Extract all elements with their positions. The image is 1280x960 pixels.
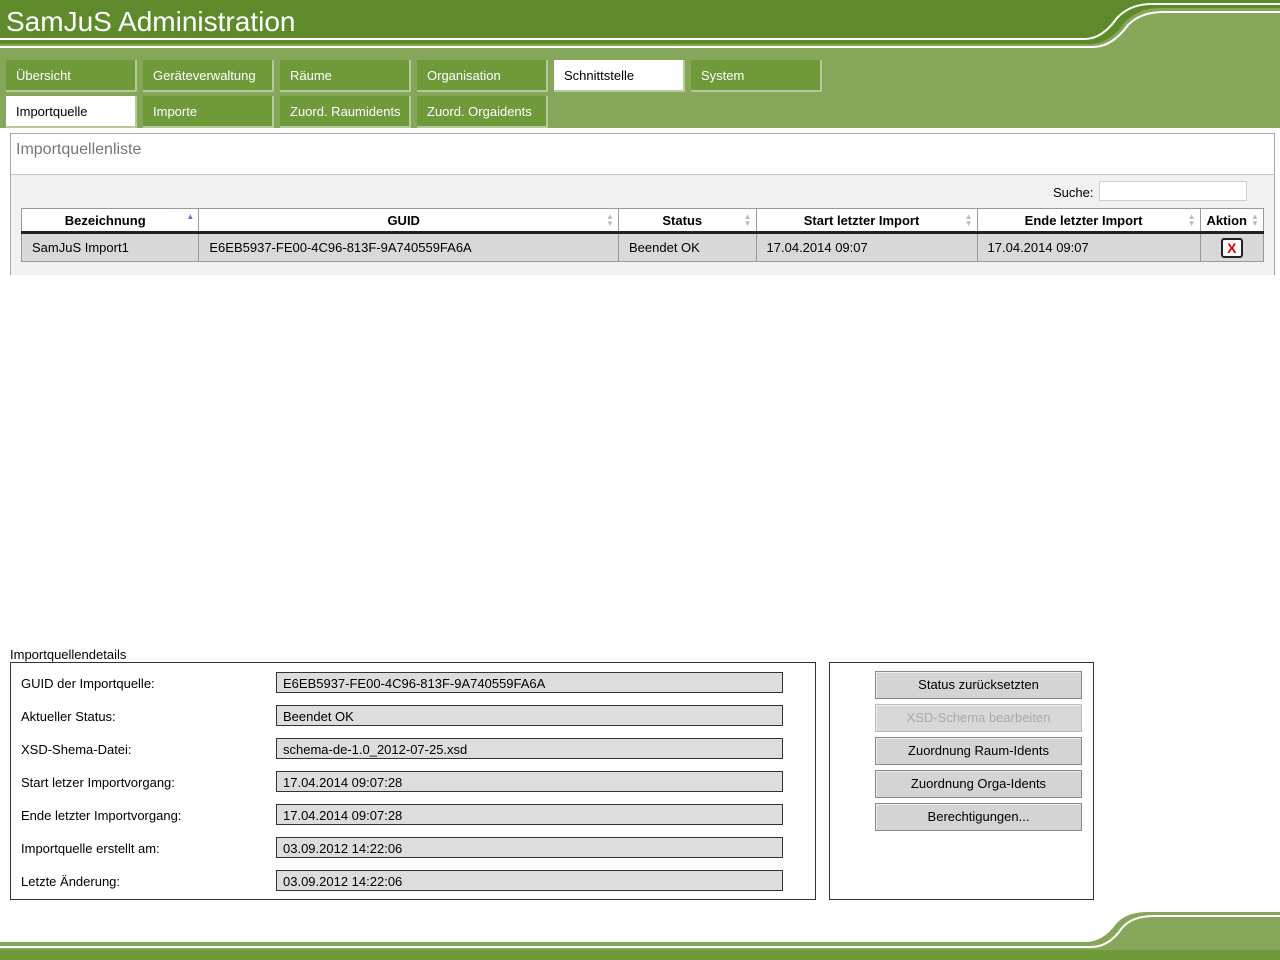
column-header-bezeichnung[interactable]: Bezeichnung ▲ — [20, 208, 200, 234]
tab-schnittstelle[interactable]: Schnittstelle — [554, 60, 685, 92]
cell-start: 17.04.2014 09:07 — [755, 232, 978, 262]
app-title: SamJuS Administration — [6, 6, 296, 37]
detail-row-guid: GUID der Importquelle: E6EB5937-FE00-4C9… — [11, 672, 811, 694]
delete-icon[interactable]: X — [1220, 237, 1243, 258]
subtab-zuord-raumidents[interactable]: Zuord. Raumidents — [280, 96, 411, 128]
detail-value-start: 17.04.2014 09:07:28 — [276, 771, 783, 792]
permissions-button[interactable]: Berechtigungen... — [875, 803, 1082, 831]
edit-xsd-schema-button: XSD-Schema bearbeiten — [875, 704, 1082, 732]
reset-status-button[interactable]: Status zurücksetzten — [875, 671, 1082, 699]
column-header-label: Bezeichnung — [64, 212, 146, 228]
cell-status: Beendet OK — [618, 232, 757, 262]
tab-system[interactable]: System — [691, 60, 822, 92]
actions-panel: Status zurücksetzten XSD-Schema bearbeit… — [829, 662, 1094, 900]
list-body: Suche: Bezeichnung ▲ GUID ▲▼ Status ▲▼ — [11, 174, 1274, 275]
column-header-label: Ende letzter Import — [1024, 212, 1143, 228]
tab-geraeteverwaltung[interactable]: Geräteverwaltung — [143, 60, 274, 92]
room-idents-mapping-button[interactable]: Zuordnung Raum-Idents — [875, 737, 1082, 765]
detail-value-end: 17.04.2014 09:07:28 — [276, 804, 783, 825]
cell-aktion: X — [1199, 232, 1265, 262]
detail-value-created: 03.09.2012 14:22:06 — [276, 837, 783, 858]
list-title: Importquellenliste — [16, 141, 142, 158]
column-header-guid[interactable]: GUID ▲ ▼ — [198, 208, 619, 234]
cell-guid: E6EB5937-FE00-4C96-813F-9A740559FA6A — [198, 232, 619, 262]
detail-label: Start letzer Importvorgang: — [21, 775, 175, 790]
column-header-start[interactable]: Start letzter Import ▲ ▼ — [755, 208, 978, 234]
search-label: Suche: — [1053, 185, 1094, 200]
table-header-row: Bezeichnung ▲ GUID ▲ ▼ Status ▲ ▼ Start le… — [20, 208, 1265, 234]
detail-value-guid: E6EB5937-FE00-4C96-813F-9A740559FA6A — [276, 672, 783, 693]
table-row[interactable]: SamJuS Import1 E6EB5937-FE00-4C96-813F-9… — [20, 232, 1265, 262]
column-header-aktion[interactable]: Aktion ▲ ▼ — [1199, 208, 1265, 234]
detail-row-status: Aktueller Status: Beendet OK — [11, 705, 811, 727]
detail-label: Aktueller Status: — [21, 709, 116, 724]
detail-row-xsd: XSD-Shema-Datei: schema-de-1.0_2012-07-2… — [11, 738, 811, 760]
orga-idents-mapping-button[interactable]: Zuordnung Orga-Idents — [875, 770, 1082, 798]
column-header-status[interactable]: Status ▲ ▼ — [618, 208, 757, 234]
column-header-label: Aktion — [1206, 212, 1247, 228]
detail-label: Ende letzter Importvorgang: — [21, 808, 182, 823]
subtab-zuord-orgaidents[interactable]: Zuord. Orgaidents — [417, 96, 548, 128]
details-legend: Importquellendetails — [10, 647, 127, 662]
column-header-label: Status — [662, 212, 703, 228]
footer-banner — [0, 908, 1280, 960]
cell-bezeichnung: SamJuS Import1 — [20, 232, 200, 262]
import-source-list-panel: Importquellenliste Suche: Bezeichnung ▲ … — [10, 133, 1275, 275]
search-input[interactable] — [1099, 181, 1247, 201]
tab-uebersicht[interactable]: Übersicht — [6, 60, 137, 92]
import-source-table: Bezeichnung ▲ GUID ▲ ▼ Status ▲ ▼ Start le… — [20, 208, 1265, 262]
detail-row-start: Start letzer Importvorgang: 17.04.2014 0… — [11, 771, 811, 793]
sort-icon: ▲ ▼ — [1251, 212, 1259, 228]
detail-row-modified: Letzte Änderung: 03.09.2012 14:22:06 — [11, 870, 811, 892]
detail-value-xsd: schema-de-1.0_2012-07-25.xsd — [276, 738, 783, 759]
column-header-label: Start letzter Import — [803, 212, 920, 228]
detail-label: GUID der Importquelle: — [21, 676, 155, 691]
subtab-importe[interactable]: Importe — [143, 96, 274, 128]
detail-label: XSD-Shema-Datei: — [21, 742, 132, 757]
sort-ascending-icon: ▲ — [186, 212, 195, 221]
sort-icon: ▲ ▼ — [1187, 212, 1196, 228]
sort-icon: ▲ ▼ — [964, 212, 973, 228]
detail-value-modified: 03.09.2012 14:22:06 — [276, 870, 783, 891]
tab-raeume[interactable]: Räume — [280, 60, 411, 92]
sort-icon: ▲ ▼ — [743, 212, 752, 228]
column-header-label: GUID — [387, 212, 420, 228]
detail-label: Letzte Änderung: — [21, 874, 121, 889]
app-header: SamJuS Administration Übersicht Geräteve… — [0, 0, 1280, 128]
import-source-details: GUID der Importquelle: E6EB5937-FE00-4C9… — [10, 662, 816, 900]
tab-organisation[interactable]: Organisation — [417, 60, 548, 92]
detail-row-end: Ende letzter Importvorgang: 17.04.2014 0… — [11, 804, 811, 826]
detail-value-status: Beendet OK — [276, 705, 783, 726]
detail-row-created: Importquelle erstellt am: 03.09.2012 14:… — [11, 837, 811, 859]
sort-icon: ▲ ▼ — [606, 212, 614, 228]
subtab-importquelle[interactable]: Importquelle — [6, 96, 137, 128]
detail-label: Importquelle erstellt am: — [21, 841, 160, 856]
cell-end: 17.04.2014 09:07 — [976, 232, 1201, 262]
column-header-end[interactable]: Ende letzter Import ▲ ▼ — [976, 208, 1201, 234]
